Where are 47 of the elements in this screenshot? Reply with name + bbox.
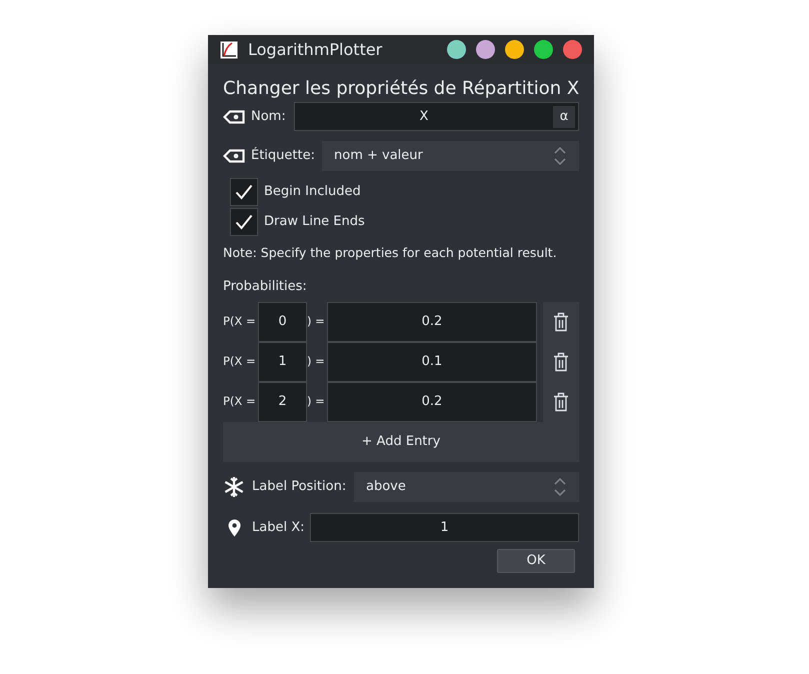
section-label: Probabilities:	[223, 278, 308, 296]
checkbox[interactable]	[230, 178, 258, 206]
delete-icon[interactable]	[553, 392, 569, 412]
checkbox-label: Draw Line Ends	[264, 213, 365, 232]
alpha-button[interactable]: α	[553, 106, 575, 128]
probability-field[interactable]: 0.1	[327, 342, 537, 382]
probability-field[interactable]: 0.2	[327, 302, 537, 342]
ok-button[interactable]: OK	[497, 549, 575, 573]
delete-icon[interactable]	[553, 312, 569, 332]
window-control-button[interactable]	[534, 40, 553, 59]
field-label: Étiquette:	[251, 146, 316, 166]
window-control-button[interactable]	[476, 40, 495, 59]
field-label: Nom:	[251, 108, 287, 126]
prefix-label: P(X =	[223, 353, 257, 370]
spin-arrows-icon	[553, 476, 567, 498]
probability-field[interactable]: 0.2	[327, 382, 537, 422]
dialog-heading: Changer les propriétés de Répartition X	[223, 77, 579, 101]
value-x-field[interactable]: 2	[258, 382, 307, 422]
window-control-button[interactable]	[505, 40, 524, 59]
equals-label: ) =	[307, 393, 326, 410]
tag-icon	[223, 110, 245, 124]
equals-label: ) =	[307, 313, 326, 330]
equals-label: ) =	[307, 353, 326, 370]
app-logo-icon	[220, 40, 238, 58]
window-control-button[interactable]	[447, 40, 466, 59]
prefix-label: P(X =	[223, 393, 257, 410]
checkbox[interactable]	[230, 208, 258, 236]
tag-icon	[223, 149, 245, 163]
name-field[interactable]: X α	[294, 102, 579, 131]
value-x-field[interactable]: 0	[258, 302, 307, 342]
delete-icon[interactable]	[553, 352, 569, 372]
checkmark-icon	[235, 184, 253, 200]
checkbox-label: Begin Included	[264, 183, 361, 202]
note-text: Note: Specify the properties for each potential result.	[223, 244, 558, 262]
window-control-button[interactable]	[563, 40, 582, 59]
spin-arrows-icon	[553, 145, 567, 167]
label-position-dropdown[interactable]: above	[354, 472, 579, 502]
checkmark-icon	[235, 214, 253, 230]
snowflake-icon	[223, 476, 245, 498]
label-x-field[interactable]: 1	[310, 513, 579, 542]
location-pin-icon	[228, 518, 241, 536]
field-label: Label X:	[252, 518, 306, 537]
value-x-field[interactable]: 1	[258, 342, 307, 382]
field-label: Label Position:	[252, 478, 348, 496]
window-title: LogarithmPlotter	[248, 38, 382, 60]
label-dropdown[interactable]: nom + valeur	[322, 141, 579, 171]
prefix-label: P(X =	[223, 313, 257, 330]
